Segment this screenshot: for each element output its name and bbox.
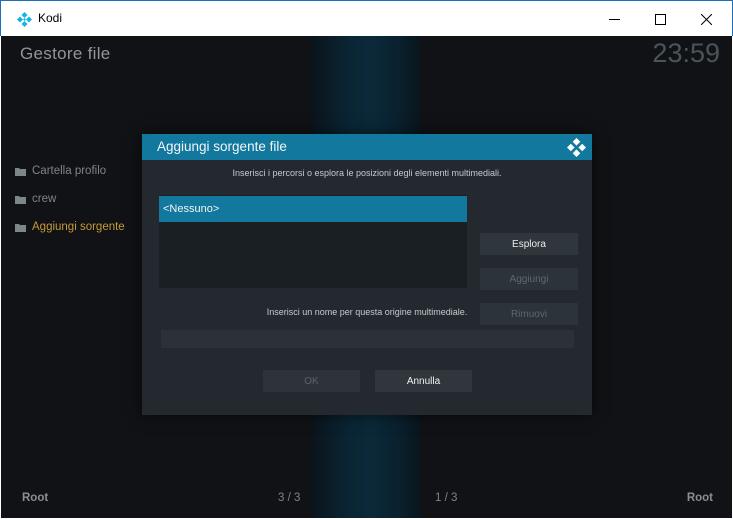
sidebar-item-label: crew	[32, 193, 57, 205]
window-titlebar: Kodi	[0, 0, 733, 36]
paths-hint: Inserisci i percorsi o esplora le posizi…	[232, 168, 502, 178]
sidebar-item-label: Cartella profilo	[32, 165, 107, 177]
sidebar-item-crew[interactable]: crew	[15, 189, 155, 209]
window-title: Kodi	[38, 11, 63, 25]
source-name-input[interactable]	[161, 330, 574, 348]
add-source-dialog: Aggiungi sorgente file Inserisci i perco…	[142, 134, 592, 415]
close-icon	[700, 13, 712, 25]
folder-icon	[15, 167, 26, 176]
name-hint: Inserisci un nome per questa origine mul…	[266, 307, 468, 317]
close-button[interactable]	[683, 1, 729, 37]
add-button[interactable]: Aggiungi	[480, 268, 578, 290]
list-item[interactable]: <Nessuno>	[159, 196, 467, 222]
footer-path-left: Root	[22, 492, 49, 504]
dialog-title: Aggiungi sorgente file	[157, 139, 287, 154]
folder-icon	[15, 223, 26, 232]
paths-list[interactable]: <Nessuno>	[159, 195, 467, 288]
ok-button[interactable]: OK	[263, 370, 360, 392]
sidebar-item-label: Aggiungi sorgente	[32, 221, 125, 233]
footer-count-left: 3 / 3	[278, 492, 301, 504]
maximize-button[interactable]	[637, 1, 683, 37]
footer-count-right: 1 / 3	[435, 492, 458, 504]
cancel-button[interactable]: Annulla	[375, 370, 472, 392]
footer-path-right: Root	[686, 492, 713, 504]
clock: 23:59	[652, 38, 720, 68]
folder-icon	[15, 195, 26, 204]
kodi-logo-icon	[567, 138, 586, 157]
sidebar-item-profile-folder[interactable]: Cartella profilo	[15, 161, 155, 181]
kodi-logo-icon	[17, 12, 32, 27]
page-title: Gestore file	[20, 44, 111, 63]
minimize-button[interactable]	[591, 1, 637, 37]
dialog-header: Aggiungi sorgente file	[142, 134, 592, 160]
browse-button[interactable]: Esplora	[480, 233, 578, 255]
minimize-icon	[608, 18, 620, 20]
sidebar-item-add-source[interactable]: Aggiungi sorgente	[15, 217, 155, 237]
maximize-icon	[654, 13, 666, 25]
footer: Root 3 / 3 1 / 3 Root	[1, 492, 732, 512]
kodi-app: Gestore file 23:59 Cartella profilo crew…	[1, 36, 732, 518]
